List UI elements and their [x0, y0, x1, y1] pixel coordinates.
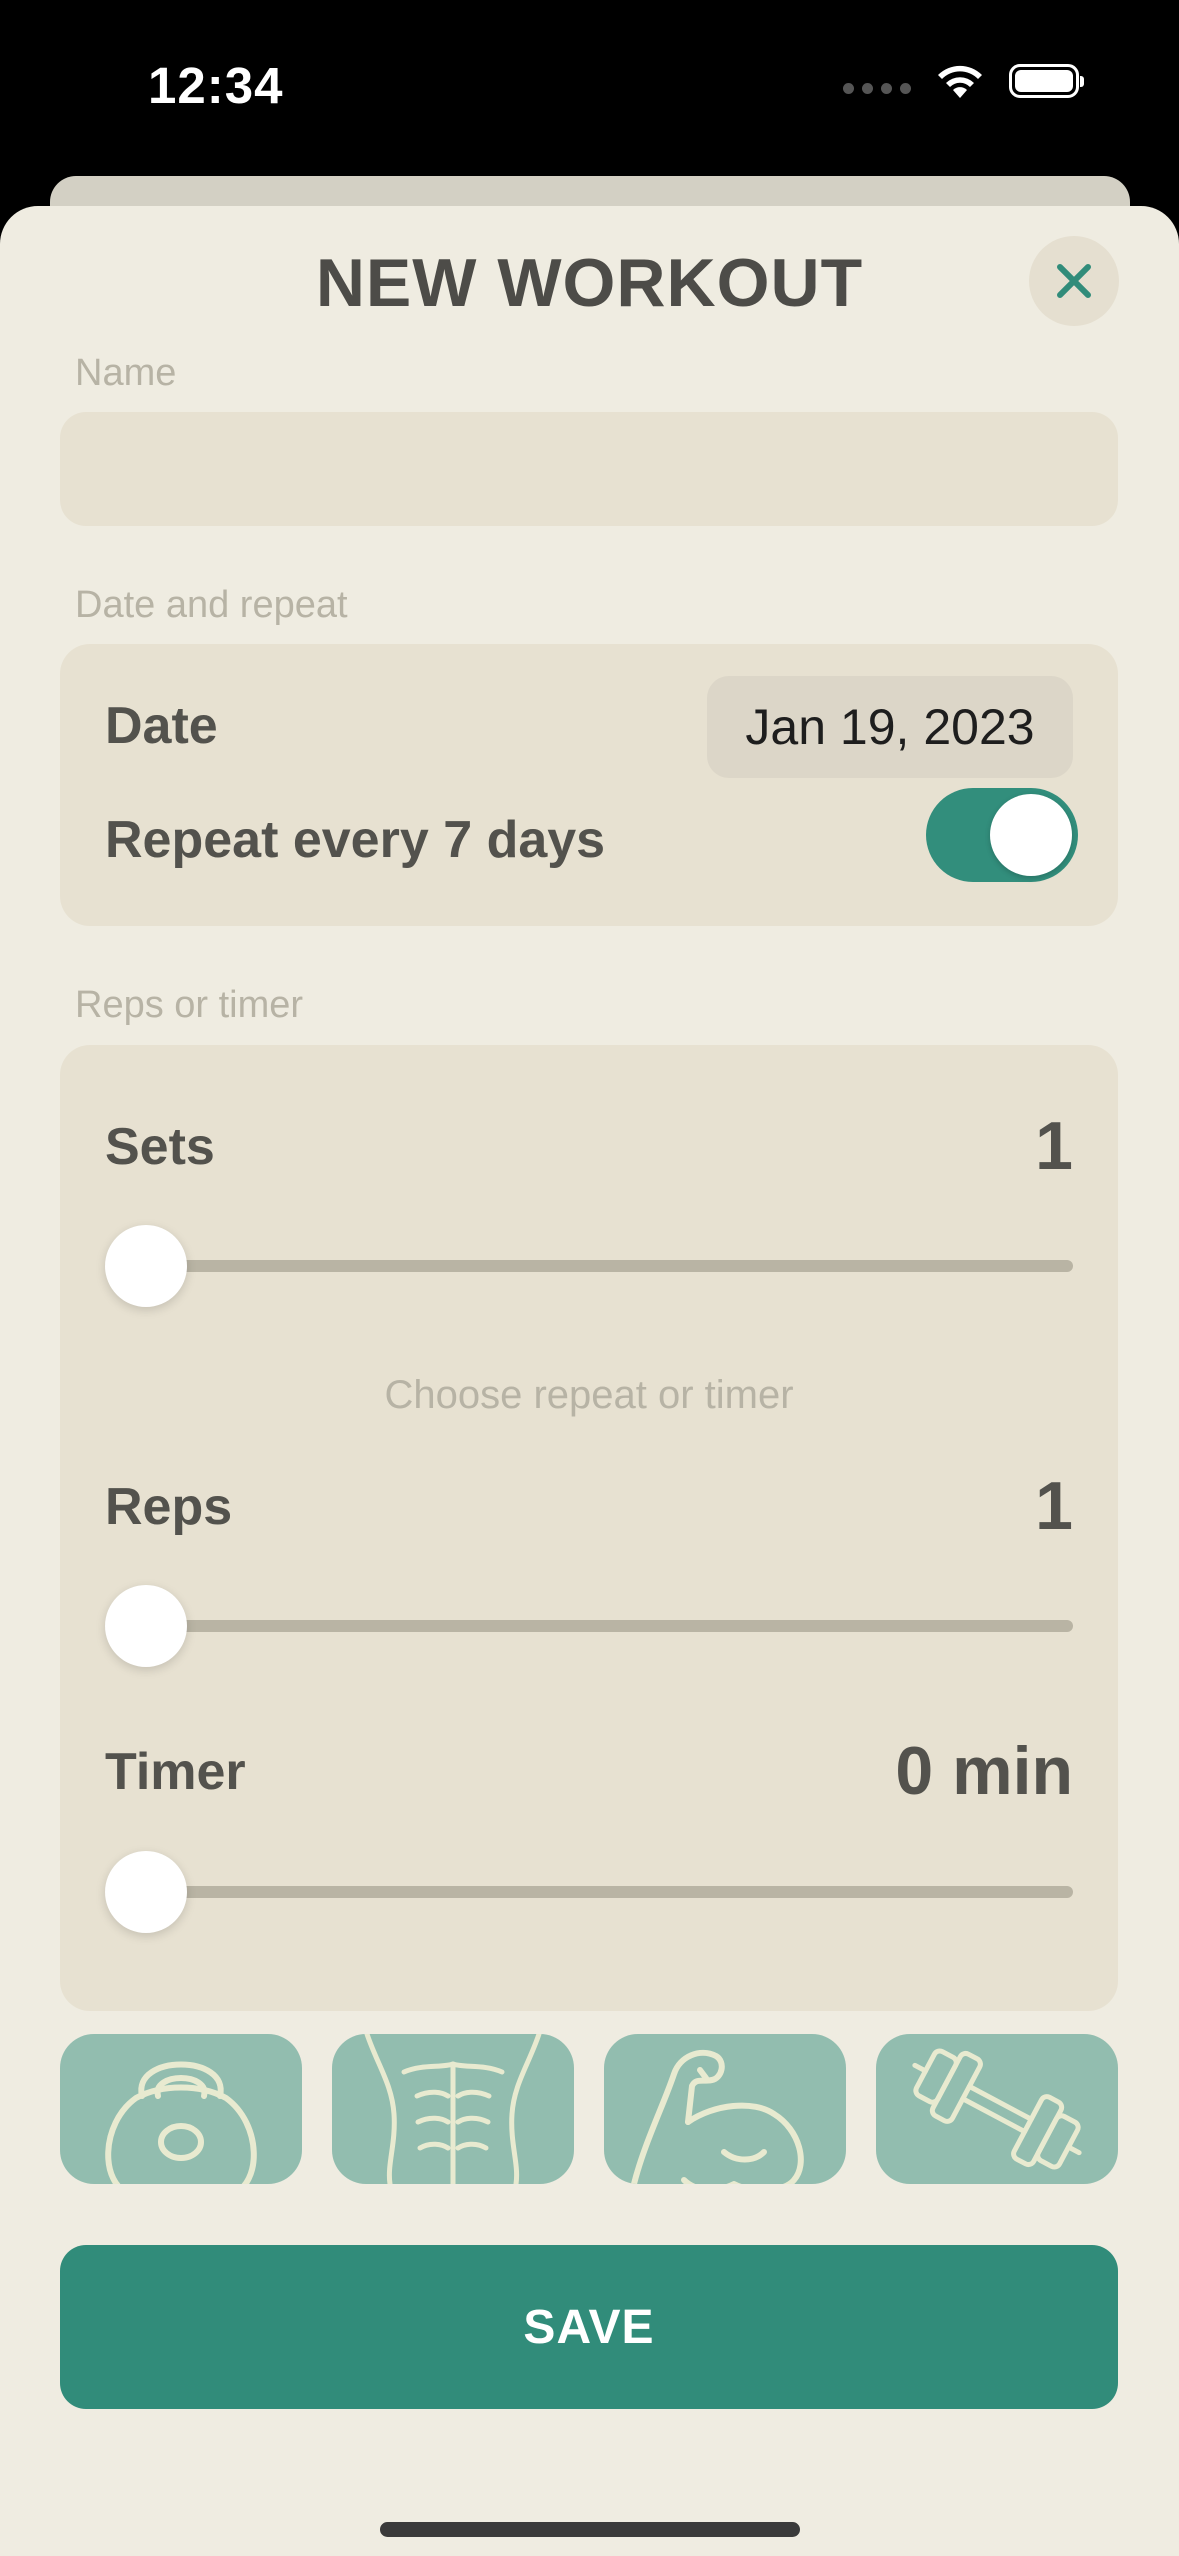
new-workout-sheet: NEW WORKOUT Name Date and repeat Date Ja…	[0, 206, 1179, 2556]
choose-hint: Choose repeat or timer	[384, 1373, 794, 1417]
date-picker-button[interactable]: Jan 19, 2023	[707, 676, 1073, 778]
reps-label: Reps	[105, 1478, 233, 1536]
status-time: 12:34	[148, 57, 284, 114]
repeat-toggle[interactable]	[926, 788, 1078, 882]
date-repeat-card: Date Jan 19, 2023 Repeat every 7 days	[60, 644, 1118, 926]
screen: 12:34 NEW WORKOUT Name Date and repeat D…	[0, 0, 1179, 2556]
kettlebell-tile[interactable]	[60, 2034, 302, 2184]
cellular-signal-icon	[843, 82, 911, 94]
page-title: NEW WORKOUT	[315, 245, 864, 321]
abs-icon	[364, 2034, 542, 2184]
close-icon	[1057, 264, 1091, 298]
slider-thumb[interactable]	[105, 1225, 187, 1307]
dumbbell-icon	[912, 2048, 1082, 2170]
status-icons	[843, 62, 1084, 100]
reps-slider[interactable]	[105, 1585, 1073, 1667]
toggle-knob	[990, 794, 1072, 876]
sets-slider[interactable]	[105, 1225, 1073, 1307]
slider-track	[105, 1260, 1073, 1272]
timer-label: Timer	[105, 1743, 246, 1801]
biceps-icon	[631, 2049, 804, 2184]
repeat-label: Repeat every 7 days	[105, 811, 606, 869]
abs-tile[interactable]	[332, 2034, 574, 2184]
timer-slider[interactable]	[105, 1851, 1073, 1933]
slider-track	[105, 1620, 1073, 1632]
reps-timer-card: Sets 1 Choose repeat or timer Reps 1 Tim…	[60, 1045, 1118, 2011]
slider-track	[105, 1886, 1073, 1898]
biceps-tile[interactable]	[604, 2034, 846, 2184]
dumbbell-tile[interactable]	[876, 2034, 1118, 2184]
home-indicator	[380, 2522, 800, 2537]
reps-section-label: Reps or timer	[75, 984, 304, 1026]
save-button[interactable]: SAVE	[60, 2245, 1118, 2409]
date-label: Date	[105, 697, 218, 755]
date-section-label: Date and repeat	[75, 584, 348, 626]
sets-label: Sets	[105, 1118, 215, 1176]
timer-value: 0 min	[895, 1733, 1073, 1809]
reps-value: 1	[1035, 1468, 1073, 1544]
date-value: Jan 19, 2023	[745, 699, 1035, 755]
name-section-label: Name	[75, 352, 177, 394]
wifi-icon	[938, 65, 982, 98]
name-input[interactable]	[60, 412, 1118, 526]
close-button[interactable]	[1029, 236, 1119, 326]
slider-thumb[interactable]	[105, 1851, 187, 1933]
kettlebell-icon	[105, 2061, 257, 2184]
slider-thumb[interactable]	[105, 1585, 187, 1667]
battery-icon	[1009, 64, 1084, 98]
sets-value: 1	[1035, 1108, 1073, 1184]
